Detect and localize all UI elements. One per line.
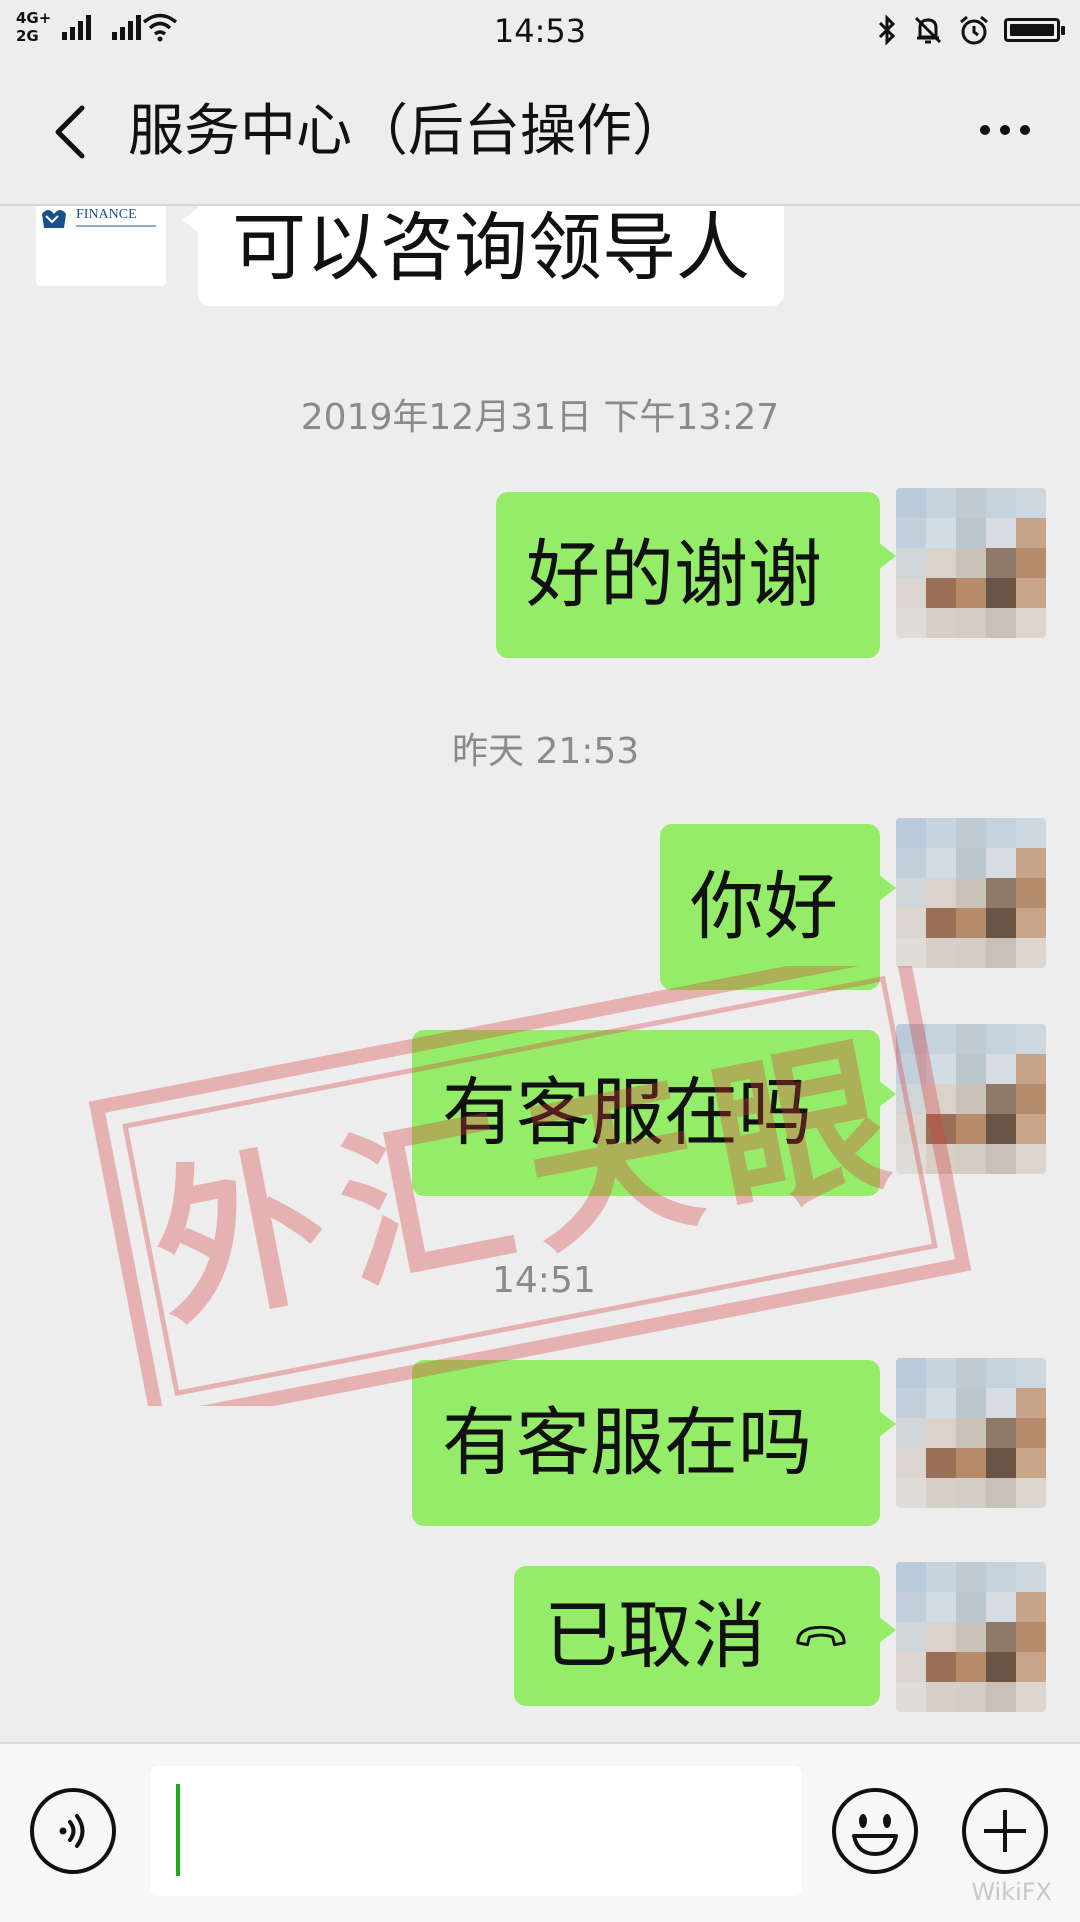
message-bubble-sent[interactable]: 有客服在吗: [412, 1030, 896, 1196]
agent-logo-text: FINANCE: [76, 207, 137, 222]
user-avatar[interactable]: [896, 1024, 1046, 1174]
corner-watermark: WikiFX: [971, 1878, 1052, 1906]
pixelated-avatar-icon: [896, 818, 1046, 968]
pixelated-avatar-icon: [896, 1358, 1046, 1508]
message-bubble-sent[interactable]: 你好: [660, 824, 896, 990]
user-avatar[interactable]: [896, 818, 1046, 968]
battery-icon: [1004, 18, 1065, 42]
more-dot-icon: [980, 125, 990, 135]
chat-header: 服务中心（后台操作）: [0, 62, 1080, 202]
more-functions-button[interactable]: [962, 1788, 1048, 1874]
message-text: 有客服在吗: [442, 1070, 812, 1156]
pixelated-avatar-icon: [896, 488, 1046, 638]
back-button[interactable]: [40, 102, 100, 162]
emoji-icon: [852, 1814, 898, 1856]
message-text: 有客服在吗: [442, 1400, 812, 1486]
message-input[interactable]: [150, 1766, 802, 1896]
more-dot-icon: [1020, 125, 1030, 135]
message-text: 好的谢谢: [526, 532, 822, 618]
message-bubble-sent[interactable]: 好的谢谢: [496, 492, 896, 658]
alarm-icon: [960, 15, 988, 45]
user-avatar[interactable]: [896, 1562, 1046, 1712]
agent-avatar[interactable]: FINANCE: [36, 206, 166, 286]
voice-input-button[interactable]: [30, 1788, 116, 1874]
chevron-left-icon: [55, 105, 85, 159]
pixelated-avatar-icon: [896, 1562, 1046, 1712]
message-list[interactable]: FINANCE 可以咨询领导人 2019年12月31日 下午13:27 好的谢谢…: [0, 206, 1080, 1742]
voice-icon: [59, 1814, 85, 1848]
message-text: 你好: [690, 864, 838, 950]
pixelated-avatar-icon: [896, 1024, 1046, 1174]
call-cancelled-bubble[interactable]: 已取消: [514, 1566, 896, 1706]
message-text: 已取消: [544, 1593, 766, 1679]
user-avatar[interactable]: [896, 1358, 1046, 1508]
text-cursor: [176, 1784, 180, 1876]
user-avatar[interactable]: [896, 488, 1046, 638]
message-timestamp: 昨天 21:53: [452, 731, 640, 772]
status-bar: 4G+ 2G 14:53: [0, 0, 1080, 62]
bluetooth-icon: [878, 14, 896, 46]
message-bubble-received[interactable]: 可以咨询领导人: [182, 206, 784, 306]
input-bar: WikiFX: [0, 1742, 1080, 1922]
message-timestamp: 14:51: [492, 1260, 596, 1301]
hang-up-icon: [796, 1625, 846, 1647]
mute-bell-icon: [914, 16, 942, 44]
chat-title: 服务中心（后台操作）: [128, 99, 688, 164]
more-options-button[interactable]: [970, 100, 1040, 160]
message-timestamp: 2019年12月31日 下午13:27: [300, 397, 780, 438]
emoji-button[interactable]: [832, 1788, 918, 1874]
message-text: 可以咨询领导人: [232, 206, 750, 291]
status-icons: [876, 10, 1065, 50]
message-bubble-sent[interactable]: 有客服在吗: [412, 1360, 896, 1526]
more-dot-icon: [1000, 125, 1010, 135]
finance-logo-icon: FINANCE: [42, 207, 156, 228]
